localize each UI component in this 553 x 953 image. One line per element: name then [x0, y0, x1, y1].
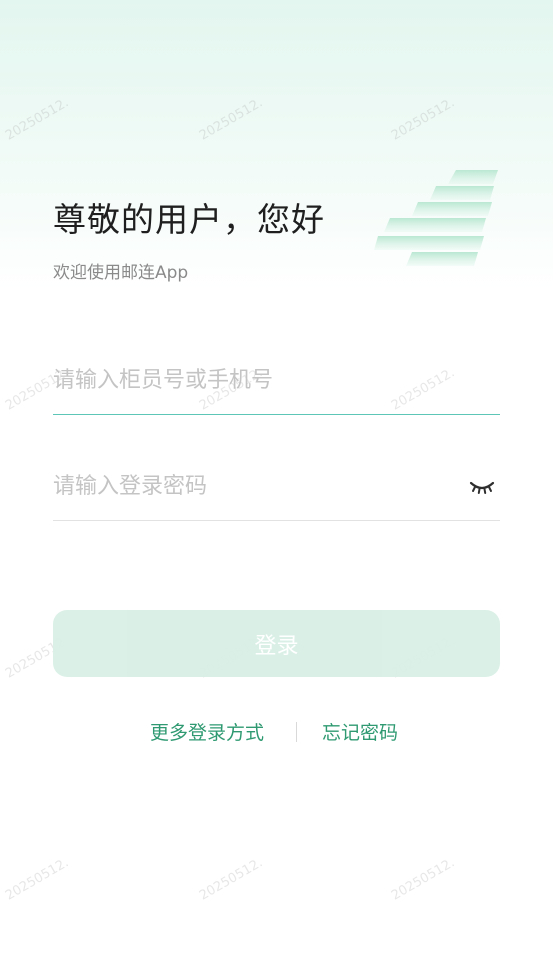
eye-closed-icon[interactable] — [468, 475, 496, 497]
divider — [296, 722, 297, 742]
page-title: 尊敬的用户，您好 — [53, 200, 325, 239]
watermark: 20250512. — [2, 95, 72, 144]
login-button[interactable]: 登录 — [53, 610, 500, 677]
watermark: 20250512. — [388, 95, 458, 144]
watermark: 20250512. — [388, 855, 458, 904]
post-logo-icon — [374, 170, 498, 266]
watermark: 20250512. — [2, 855, 72, 904]
login-options: 更多登录方式 忘记密码 — [0, 716, 553, 746]
password-field — [53, 458, 500, 521]
login-screen: 20250512. 20250512. 20250512. 20250512. … — [0, 0, 553, 953]
forgot-password-link[interactable]: 忘记密码 — [322, 718, 398, 745]
account-input[interactable] — [53, 360, 453, 400]
more-login-methods-link[interactable]: 更多登录方式 — [150, 718, 264, 745]
watermark: 20250512. — [196, 95, 266, 144]
watermark: 20250512. — [196, 855, 266, 904]
account-field — [53, 352, 500, 415]
password-input[interactable] — [53, 466, 453, 506]
welcome-subtitle: 欢迎使用邮连App — [53, 263, 189, 283]
